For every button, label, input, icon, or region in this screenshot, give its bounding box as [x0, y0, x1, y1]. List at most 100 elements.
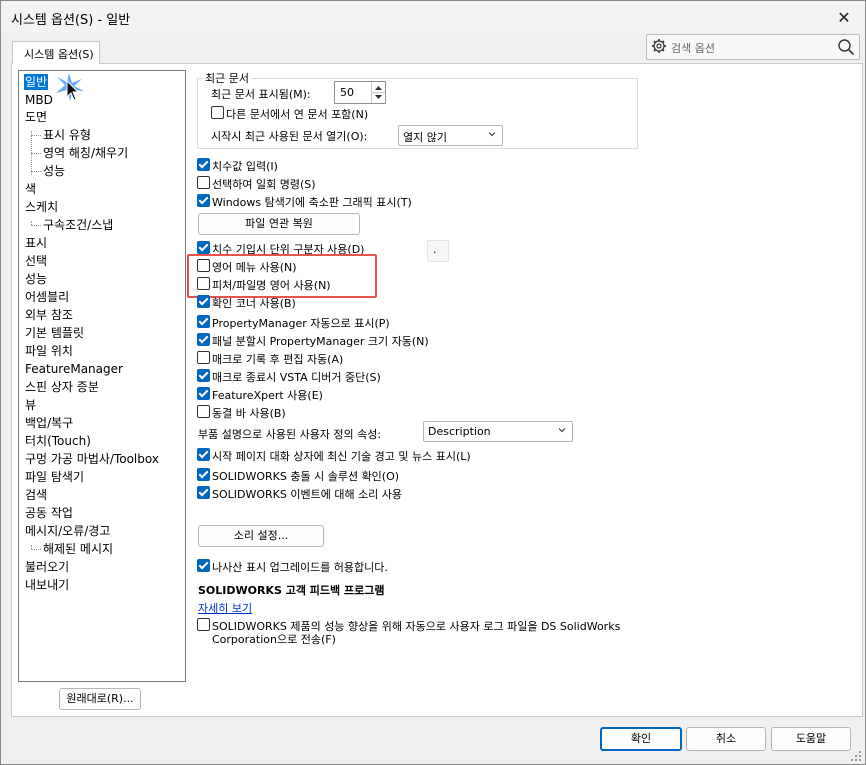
auto-size-propertymanager-checkbox[interactable] [197, 333, 210, 346]
input-dimension-value-checkbox[interactable] [197, 158, 210, 171]
close-button[interactable]: ✕ [825, 3, 863, 31]
tree-item-external-references[interactable]: 외부 참조 [25, 307, 73, 323]
single-command-label: 선택하여 일회 명령(S) [212, 178, 316, 191]
tree-item-assemblies[interactable]: 어셈블리 [25, 289, 69, 305]
tab-label: 시스템 옵션(S) [24, 48, 94, 61]
tree-item-area-hatch[interactable]: 영역 해칭/채우기 [43, 145, 128, 161]
ok-button[interactable]: 확인 [600, 727, 682, 751]
recent-count-stepper[interactable]: 50 [334, 81, 386, 104]
reset-button-label: 원래대로(R)... [66, 692, 134, 705]
freeze-bar-label: 동결 바 사용(B) [212, 407, 286, 420]
tree-item-default-templates[interactable]: 기본 템플릿 [25, 325, 84, 341]
check-crash-solutions-label: SOLIDWORKS 충돌 시 솔루션 확인(O) [212, 470, 400, 483]
restore-file-associations-label: 파일 연관 복원 [245, 217, 313, 230]
tree-connector [31, 153, 41, 154]
help-button[interactable]: 도움말 [771, 727, 851, 751]
part-description-dropdown[interactable]: Description [423, 421, 573, 442]
auto-show-propertymanager-label: PropertyManager 자동으로 표시(P) [212, 317, 390, 330]
options-tree[interactable]: 일반 MBD 도면 표시 유형 영역 해칭/채우기 성능 색 스케치 구속조건/… [18, 70, 186, 682]
tree-item-display-style[interactable]: 표시 유형 [43, 127, 91, 143]
stop-vsta-debugger-label: 매크로 종료시 VSTA 디버거 중단(S) [212, 371, 381, 384]
freeze-bar-checkbox[interactable] [197, 405, 210, 418]
stop-vsta-debugger-checkbox[interactable] [197, 369, 210, 382]
help-button-label: 도움말 [795, 732, 827, 745]
open-recent-value: 열지 않기 [403, 131, 447, 144]
check-crash-solutions-checkbox[interactable] [197, 468, 210, 481]
auto-edit-macro-checkbox[interactable] [197, 351, 210, 364]
tree-item-mbd[interactable]: MBD [25, 92, 53, 108]
search-placeholder: 검색 옵션 [671, 42, 715, 55]
tree-connector [31, 225, 41, 226]
highlight-box [187, 254, 377, 298]
tree-item-hole-wizard-toolbox[interactable]: 구멍 가공 마법사/Toolbox [25, 451, 159, 467]
tree-item-spin-box-increments[interactable]: 스핀 상자 증분 [25, 379, 99, 395]
single-command-checkbox[interactable] [197, 176, 210, 189]
enable-sounds-label: SOLIDWORKS 이벤트에 대해 소리 사용 [212, 488, 403, 501]
search-options-input[interactable]: 검색 옵션 [646, 34, 860, 60]
tree-item-performance[interactable]: 성능 [25, 271, 47, 287]
sound-settings-label: 소리 설정... [233, 529, 289, 542]
enable-sounds-checkbox[interactable] [197, 486, 210, 499]
tree-item-view[interactable]: 뷰 [25, 397, 36, 413]
send-log-files-checkbox[interactable] [197, 618, 210, 631]
open-recent-label: 시작시 최근 사용된 문서 열기(O): [211, 130, 368, 143]
feedback-heading: SOLIDWORKS 고객 피드백 프로그램 [198, 584, 385, 597]
tree-item-touch[interactable]: 터치(Touch) [25, 433, 91, 449]
show-tech-alerts-label: 시작 페이지 대화 상자에 최신 기술 경고 및 뉴스 표시(L) [212, 450, 471, 463]
thread-upgrade-label: 나사산 표시 업그레이드를 허용합니다. [212, 561, 388, 574]
tree-connector [31, 171, 41, 172]
tree-item-sketch[interactable]: 스케치 [25, 199, 58, 215]
tree-item-featuremanager[interactable]: FeatureManager [25, 361, 123, 377]
thread-upgrade-checkbox[interactable] [197, 559, 210, 572]
recent-count-label: 최근 문서 표시됨(M): [211, 88, 311, 101]
include-other-docs-label: 다른 문서에서 연 문서 포함(N) [226, 108, 369, 121]
thumbnail-graphics-checkbox[interactable] [197, 194, 210, 207]
separator-field[interactable]: . [427, 240, 449, 262]
confirmation-corner-checkbox[interactable] [197, 295, 210, 308]
stepper-arrows-icon [372, 86, 385, 99]
tree-item-dismissed-messages[interactable]: 해제된 메시지 [43, 541, 113, 557]
confirmation-corner-label: 확인 코너 사용(B) [212, 297, 296, 310]
restore-file-associations-button[interactable]: 파일 연관 복원 [198, 213, 360, 235]
tree-item-drawings[interactable]: 도면 [25, 109, 47, 125]
tree-item-import[interactable]: 불러오기 [25, 559, 69, 575]
recent-count-value: 50 [340, 86, 354, 99]
tree-item-selection[interactable]: 선택 [25, 253, 47, 269]
title-bar: 시스템 옵션(S) - 일반 ✕ [1, 1, 865, 33]
search-icon[interactable] [837, 38, 855, 56]
include-other-docs-checkbox[interactable] [211, 106, 224, 119]
featurexpert-checkbox[interactable] [197, 387, 210, 400]
sound-settings-button[interactable]: 소리 설정... [198, 525, 324, 547]
part-description-value: Description [428, 425, 491, 438]
chevron-down-icon [558, 428, 566, 433]
tree-connector [31, 135, 41, 136]
auto-show-propertymanager-checkbox[interactable] [197, 315, 210, 328]
resize-grip-icon[interactable] [850, 750, 862, 762]
tree-item-backup-recover[interactable]: 백업/복구 [25, 415, 73, 431]
tree-item-colors[interactable]: 색 [25, 181, 36, 197]
unit-separator-checkbox[interactable] [197, 241, 210, 254]
stepper-arrows[interactable] [371, 82, 385, 103]
tab-system-options[interactable]: 시스템 옵션(S) [12, 41, 100, 64]
tree-item-drawing-performance[interactable]: 성능 [43, 163, 65, 179]
tree-item-search[interactable]: 검색 [25, 487, 47, 503]
tree-item-display[interactable]: 표시 [25, 235, 47, 251]
cancel-button-label: 취소 [715, 732, 737, 745]
tree-item-relations-snaps[interactable]: 구속조건/스냅 [43, 217, 113, 233]
cancel-button[interactable]: 취소 [686, 727, 766, 751]
tree-item-export[interactable]: 내보내기 [25, 577, 69, 593]
show-tech-alerts-checkbox[interactable] [197, 448, 210, 461]
ok-button-label: 확인 [630, 732, 652, 745]
tree-item-file-locations[interactable]: 파일 위치 [25, 343, 73, 359]
reset-button[interactable]: 원래대로(R)... [59, 688, 141, 710]
tree-item-general[interactable]: 일반 [24, 74, 49, 90]
mouse-cursor-icon [56, 73, 84, 101]
learn-more-link[interactable]: 자세히 보기 [198, 600, 252, 616]
tree-item-file-explorer[interactable]: 파일 탐색기 [25, 469, 84, 485]
recent-documents-heading: 최근 문서 [203, 70, 251, 86]
thumbnail-graphics-label: Windows 탐색기에 축소판 그래픽 표시(T) [212, 196, 412, 209]
open-recent-dropdown[interactable]: 열지 않기 [398, 125, 503, 146]
close-icon: ✕ [837, 7, 851, 27]
tree-item-messages-errors-warnings[interactable]: 메시지/오류/경고 [25, 523, 110, 539]
tree-item-collaboration[interactable]: 공동 작업 [25, 505, 73, 521]
